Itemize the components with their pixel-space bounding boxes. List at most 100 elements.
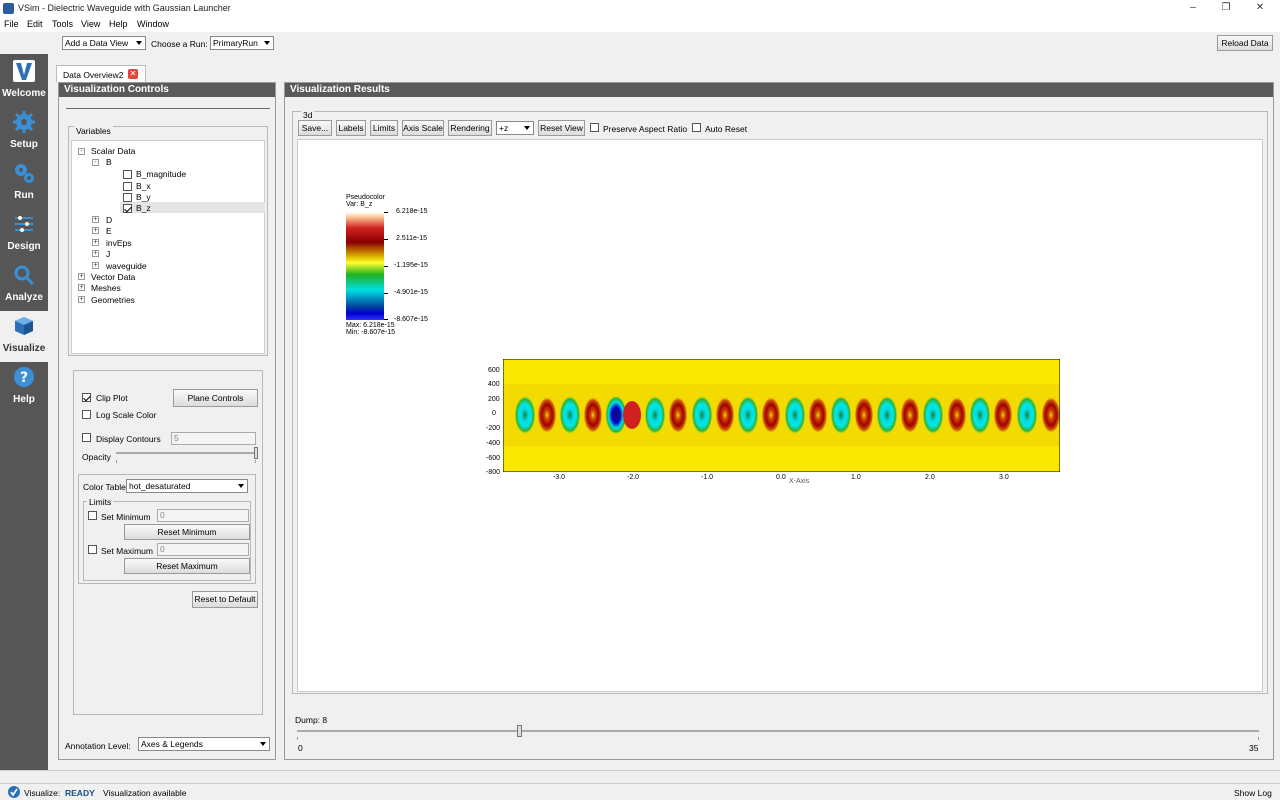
y-tick-label: -200	[486, 425, 501, 432]
sidebar-item-visualize[interactable]: Visualize	[0, 311, 48, 362]
annotation-level-select[interactable]: Axes & Legends	[138, 737, 270, 751]
menu-edit[interactable]: Edit	[27, 19, 43, 29]
show-log-button[interactable]: Show Log	[1234, 788, 1272, 798]
expand-icon[interactable]: +	[78, 273, 85, 280]
plane-controls-button[interactable]: Plane Controls	[173, 389, 258, 407]
reset-to-default-button[interactable]: Reset to Default	[192, 591, 258, 608]
gear-icon	[13, 111, 35, 133]
expand-icon[interactable]: +	[92, 262, 99, 269]
tree-item-b[interactable]: B	[106, 157, 112, 167]
dump-max-label: 35	[1249, 743, 1259, 753]
maximize-icon[interactable]: ❐	[1219, 2, 1233, 14]
opacity-slider-handle[interactable]	[254, 447, 258, 459]
status-message: Visualization available	[103, 788, 187, 798]
collapse-icon[interactable]: -	[92, 159, 99, 166]
sidebar-item-label: Design	[7, 241, 41, 252]
reset-minimum-button[interactable]: Reset Minimum	[124, 524, 250, 540]
save-button[interactable]: Save...	[298, 120, 332, 136]
sidebar-item-analyze[interactable]: Analyze	[0, 260, 48, 311]
tree-item-b-magnitude[interactable]: B_magnitude	[136, 169, 186, 179]
tree-item-j[interactable]: J	[106, 249, 110, 259]
clip-plot-checkbox[interactable]	[82, 393, 91, 402]
sidebar-item-help[interactable]: ? Help	[0, 362, 48, 413]
reload-data-button[interactable]: Reload Data	[1217, 35, 1273, 51]
minimum-field[interactable]: 0	[157, 509, 249, 522]
add-data-view-select[interactable]: Add a Data View	[62, 36, 146, 50]
cube-icon	[13, 315, 35, 337]
sidebar-item-welcome[interactable]: Welcome	[0, 56, 48, 107]
close-icon[interactable]: ✕	[1253, 2, 1267, 14]
tree-item-waveguide[interactable]: waveguide	[106, 261, 147, 271]
variables-tree[interactable]: - Scalar Data - B B_magnitude B_x B_y B_…	[71, 140, 265, 354]
tree-item-d[interactable]: D	[106, 215, 112, 225]
reset-view-button[interactable]: Reset View	[538, 120, 585, 136]
sidebar-item-run[interactable]: Run	[0, 158, 48, 209]
expand-icon[interactable]: +	[92, 227, 99, 234]
checkbox-b-y[interactable]	[123, 193, 132, 202]
sidebar-item-design[interactable]: Design	[0, 209, 48, 260]
menu-file[interactable]: File	[4, 19, 19, 29]
variables-group: Variables - Scalar Data - B B_magnitude …	[68, 126, 268, 356]
app-icon	[3, 3, 14, 14]
tree-item-scalar-data[interactable]: Scalar Data	[91, 146, 135, 156]
status-bar: Visualize: READY Visualization available…	[0, 783, 1280, 800]
dump-ticks	[297, 737, 1259, 740]
color-table-select[interactable]: hot_desaturated	[126, 479, 248, 493]
tab-data-overview2[interactable]: Data Overview2 ✕	[56, 65, 146, 82]
design-icon	[13, 213, 35, 235]
contours-spinbox[interactable]: 5	[171, 432, 256, 445]
checkbox-b-magnitude[interactable]	[123, 170, 132, 179]
maximum-field[interactable]: 0	[157, 543, 249, 556]
view-3d-label: 3d	[301, 110, 315, 120]
checkbox-b-x[interactable]	[123, 182, 132, 191]
y-tick-label: 600	[488, 367, 500, 374]
sidebar-item-setup[interactable]: Setup	[0, 107, 48, 158]
minimize-icon[interactable]: –	[1186, 2, 1200, 14]
limits-button[interactable]: Limits	[370, 120, 398, 136]
menu-window[interactable]: Window	[137, 19, 169, 29]
status-state: READY	[65, 788, 95, 798]
tree-item-geometries[interactable]: Geometries	[91, 295, 135, 305]
status-check-icon	[8, 786, 20, 798]
dump-slider[interactable]	[297, 730, 1259, 732]
log-scale-label: Log Scale Color	[96, 410, 157, 420]
expand-icon[interactable]: +	[78, 284, 85, 291]
opacity-slider[interactable]	[116, 452, 256, 454]
menu-view[interactable]: View	[81, 19, 100, 29]
color-table-label: Color Table	[83, 482, 126, 492]
splitter[interactable]	[0, 770, 1280, 780]
tree-item-b-z[interactable]: B_z	[136, 203, 151, 213]
view-axis-select[interactable]: +z	[496, 121, 534, 135]
tree-item-vector-data[interactable]: Vector Data	[91, 272, 135, 282]
y-tick-label: 0	[492, 410, 496, 417]
preserve-aspect-checkbox[interactable]	[590, 123, 599, 132]
auto-reset-label: Auto Reset	[705, 124, 748, 134]
auto-reset-checkbox[interactable]	[692, 123, 701, 132]
rendering-button[interactable]: Rendering	[448, 120, 492, 136]
menu-help[interactable]: Help	[109, 19, 128, 29]
tree-item-e[interactable]: E	[106, 226, 112, 236]
tree-item-inveps[interactable]: invEps	[106, 238, 132, 248]
checkbox-b-z[interactable]	[123, 204, 132, 213]
labels-button[interactable]: Labels	[336, 120, 366, 136]
menu-tools[interactable]: Tools	[52, 19, 73, 29]
tree-item-b-y[interactable]: B_y	[136, 192, 151, 202]
collapse-icon[interactable]: -	[78, 148, 85, 155]
expand-icon[interactable]: +	[78, 296, 85, 303]
tree-item-meshes[interactable]: Meshes	[91, 283, 121, 293]
expand-icon[interactable]: +	[92, 239, 99, 246]
display-contours-checkbox[interactable]	[82, 433, 91, 442]
set-maximum-checkbox[interactable]	[88, 545, 97, 554]
expand-icon[interactable]: +	[92, 250, 99, 257]
axis-scale-button[interactable]: Axis Scale	[402, 120, 444, 136]
choose-run-label: Choose a Run:	[151, 39, 208, 49]
close-tab-icon[interactable]: ✕	[128, 69, 138, 79]
render-canvas[interactable]: Pseudocolor Var: B_z 6.218e-15 2.511e-15…	[297, 139, 1263, 692]
dump-slider-handle[interactable]	[517, 725, 522, 737]
set-minimum-checkbox[interactable]	[88, 511, 97, 520]
reset-maximum-button[interactable]: Reset Maximum	[124, 558, 250, 574]
run-select[interactable]: PrimaryRun	[210, 36, 274, 50]
expand-icon[interactable]: +	[92, 216, 99, 223]
tree-item-b-x[interactable]: B_x	[136, 181, 151, 191]
log-scale-checkbox[interactable]	[82, 410, 91, 419]
